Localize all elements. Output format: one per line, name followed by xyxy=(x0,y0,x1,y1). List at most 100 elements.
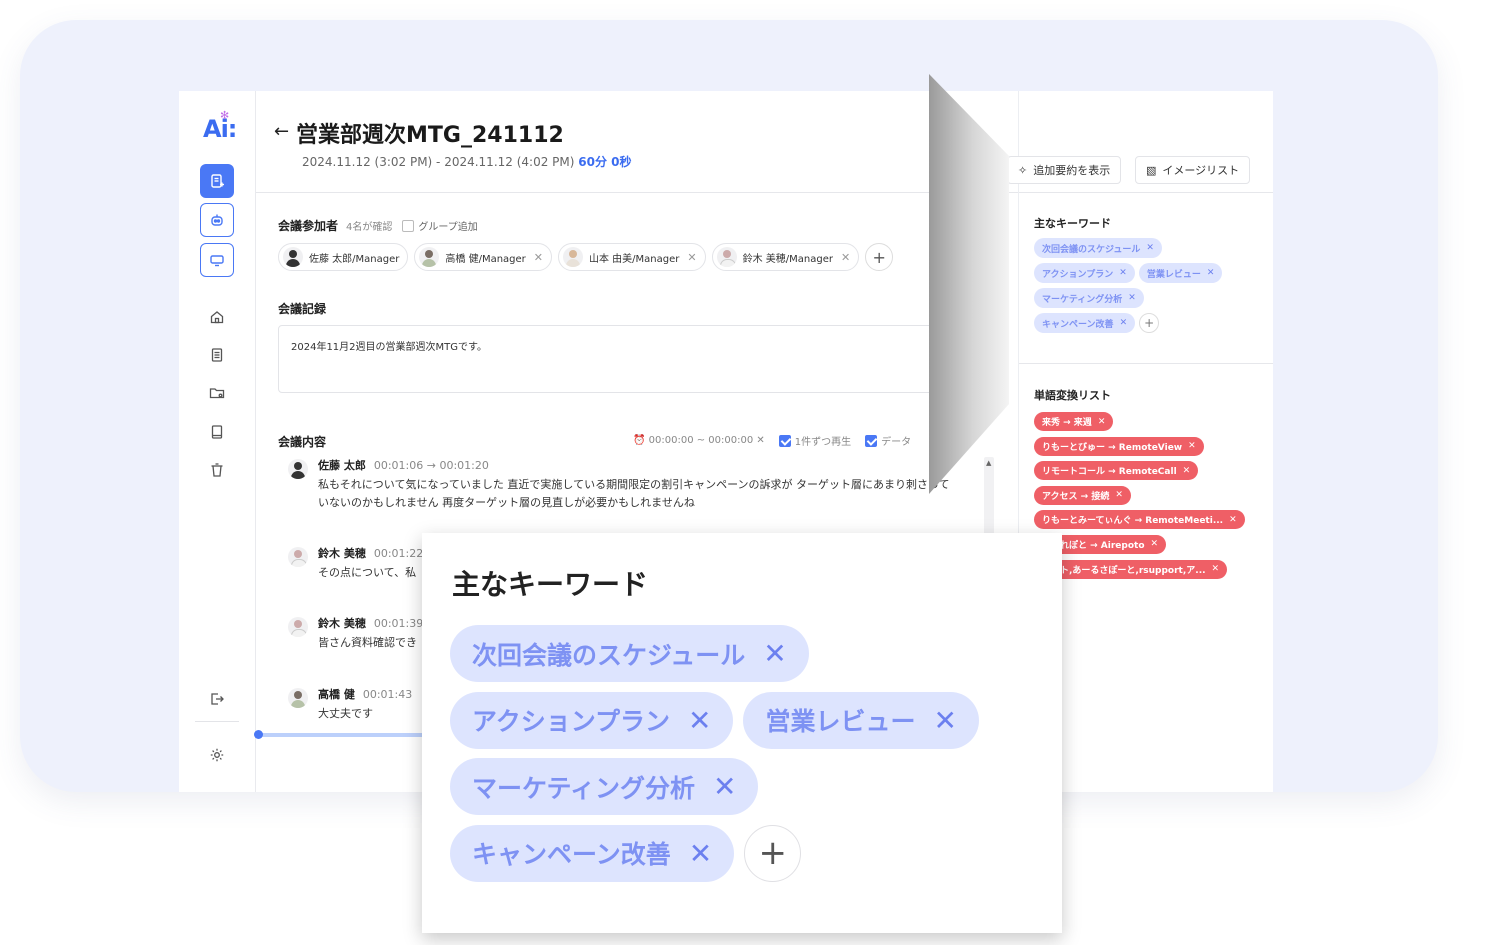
record-label: 会議記録 xyxy=(278,302,327,316)
add-keyword-button[interactable]: + xyxy=(1139,313,1160,333)
data-toggle[interactable]: データ xyxy=(865,433,911,448)
remove-icon[interactable]: ✕ xyxy=(687,251,696,264)
remove-icon[interactable]: ✕ xyxy=(1119,268,1127,278)
participant-chip[interactable]: 山本 由美/Manager ✕ xyxy=(558,243,706,271)
remove-icon[interactable]: ✕ xyxy=(1128,293,1136,303)
content-toolbar: ⏰ 00:00:00 ~ 00:00:00 ✕ 1件ずつ再生 データ xyxy=(633,433,911,448)
participant-chip[interactable]: 高橋 健/Manager ✕ xyxy=(414,243,552,271)
sparkle-icon: ✧ xyxy=(1018,163,1028,177)
zoom-add-keyword-button[interactable]: + xyxy=(744,824,802,882)
remove-icon[interactable]: ✕ xyxy=(1229,515,1237,525)
keyword-chip[interactable]: キャンペーン改善 ✕ xyxy=(1034,313,1136,333)
remove-icon[interactable]: ✕ xyxy=(689,837,712,870)
word-conversion-chip[interactable]: りもーとみーてぃんぐ → RemoteMeeti... ✕ xyxy=(1034,510,1245,530)
sparkle-icon: ✻ xyxy=(220,109,229,122)
logout-icon[interactable] xyxy=(207,689,227,709)
group-add-checkbox[interactable] xyxy=(402,220,415,232)
keyword-chip[interactable]: 営業レビュー ✕ xyxy=(1138,263,1223,283)
word-conversion-chip[interactable]: 来秀 → 来週 ✕ xyxy=(1034,412,1114,431)
clear-icon[interactable]: ✕ xyxy=(756,435,764,446)
book-icon[interactable] xyxy=(207,422,227,442)
remove-icon[interactable]: ✕ xyxy=(1120,318,1128,328)
add-participant-button[interactable]: + xyxy=(865,243,894,271)
remove-icon[interactable]: ✕ xyxy=(841,251,850,264)
play-each-toggle[interactable]: 1件ずつ再生 xyxy=(778,433,851,448)
sidebar-divider xyxy=(195,721,239,722)
remove-icon[interactable]: ✕ xyxy=(1146,243,1154,253)
image-list-button[interactable]: ▧ イメージリスト xyxy=(1135,156,1251,184)
avatar xyxy=(288,547,308,567)
remove-icon[interactable]: ✕ xyxy=(1183,466,1191,476)
keyword-zoom-card: 主なキーワード 次回会議のスケジュール ✕ アクションプラン ✕ 営業レビュー ✕ マー… xyxy=(422,533,1062,933)
zoom-keyword-chip[interactable]: 営業レビュー ✕ xyxy=(743,691,979,749)
remove-icon[interactable]: ✕ xyxy=(1115,490,1123,500)
robot-icon xyxy=(211,214,223,226)
remove-icon[interactable]: ✕ xyxy=(1212,564,1220,574)
participants-count: 4名が確認 xyxy=(346,222,393,233)
remove-icon[interactable]: ✕ xyxy=(763,637,786,670)
remove-icon[interactable]: ✕ xyxy=(534,251,543,264)
word-conversion-chip[interactable]: ポート,あーるさぽーと,rsupport,ア... ✕ xyxy=(1034,559,1228,579)
image-icon: ▧ xyxy=(1146,163,1157,177)
header-divider xyxy=(256,192,1036,193)
remove-icon[interactable]: ✕ xyxy=(1207,268,1215,278)
home-icon[interactable] xyxy=(207,307,227,327)
zoom-title: 主なキーワード xyxy=(452,568,649,601)
remove-icon[interactable]: ✕ xyxy=(1188,441,1196,451)
participant-chip[interactable]: 鈴木 美穂/Manager ✕ xyxy=(711,243,860,271)
document-icon[interactable] xyxy=(207,345,227,365)
remove-icon[interactable]: ✕ xyxy=(1151,539,1159,549)
remove-icon[interactable]: ✕ xyxy=(1098,417,1106,427)
playback-handle[interactable] xyxy=(254,730,263,739)
meeting-record-field[interactable]: 2024年11月2週目の営業部週次MTGです。 xyxy=(278,325,994,393)
ai-bot-button[interactable] xyxy=(200,203,234,237)
avatar xyxy=(419,247,440,267)
trash-icon[interactable] xyxy=(207,460,227,480)
avatar xyxy=(283,247,303,267)
avatar xyxy=(288,459,308,479)
meeting-title: 営業部週次MTG_241112 xyxy=(296,123,564,148)
alarm-clock-icon: ⏰ xyxy=(633,435,646,446)
sidebar: Ai: ✻ xyxy=(179,91,256,792)
app-logo[interactable]: Ai: ✻ xyxy=(203,109,237,143)
zoom-keyword-chip[interactable]: マーケティング分析 ✕ xyxy=(450,758,759,815)
word-conversion-chip[interactable]: りもーとびゅー → RemoteView ✕ xyxy=(1034,436,1204,456)
content-label: 会議内容 xyxy=(278,435,327,449)
monitor-icon xyxy=(210,255,224,267)
remote-button[interactable] xyxy=(200,243,234,277)
avatar xyxy=(288,688,308,708)
participants-label: 会議参加者 4名が確認 グループ追加 xyxy=(278,219,478,233)
avatar xyxy=(563,247,583,267)
keyword-chip[interactable]: アクションプラン ✕ xyxy=(1034,263,1135,283)
zoom-keyword-chip[interactable]: アクションプラン ✕ xyxy=(450,691,734,749)
zoom-keyword-chip[interactable]: キャンペーン改善 ✕ xyxy=(450,824,735,882)
word-conversion-list: 来秀 → 来週 ✕ りもーとびゅー → RemoteView ✕ リモートコール →… xyxy=(1034,410,1264,582)
keyword-list: 次回会議のスケジュール ✕ アクションプラン ✕ 営業レビュー ✕ マーケティング分析 ✕… xyxy=(1034,238,1259,338)
data-checkbox[interactable] xyxy=(865,435,878,447)
play-each-checkbox[interactable] xyxy=(778,435,791,447)
remove-icon[interactable]: ✕ xyxy=(934,704,957,737)
back-arrow-icon[interactable]: ← xyxy=(274,121,289,142)
group-add-label: グループ追加 xyxy=(418,222,478,233)
meeting-datetime: 2024.11.12 (3:02 PM) - 2024.11.12 (4:02 … xyxy=(302,155,632,169)
keywords-label: 主なキーワード xyxy=(1034,217,1111,230)
word-conversion-chip[interactable]: リモートコール → RemoteCall ✕ xyxy=(1034,461,1199,481)
word-list-label: 単語変換リスト xyxy=(1034,389,1111,402)
time-filter[interactable]: ⏰ 00:00:00 ~ 00:00:00 ✕ xyxy=(633,435,765,446)
zoom-keyword-chip[interactable]: 次回会議のスケジュール ✕ xyxy=(450,625,809,682)
remove-icon[interactable]: ✕ xyxy=(713,770,736,803)
keyword-chip[interactable]: 次回会議のスケジュール ✕ xyxy=(1034,238,1162,258)
remove-icon[interactable]: ✕ xyxy=(688,704,711,737)
word-conversion-chip[interactable]: アクセス → 接続 ✕ xyxy=(1034,485,1131,505)
participant-chip[interactable]: 佐藤 太郎/Manager xyxy=(278,243,409,271)
new-note-button[interactable] xyxy=(200,164,234,198)
page-fold-shadow xyxy=(929,74,1009,494)
note-plus-icon xyxy=(211,174,224,188)
keyword-chip[interactable]: マーケティング分析 ✕ xyxy=(1034,288,1144,308)
shared-folder-icon[interactable] xyxy=(207,383,227,403)
right-divider xyxy=(1019,192,1273,193)
meeting-duration: 60分 0秒 xyxy=(578,155,632,169)
settings-gear-icon[interactable] xyxy=(207,745,227,765)
show-summary-button[interactable]: ✧ 追加要約を表示 xyxy=(1007,156,1122,184)
participant-list: 佐藤 太郎/Manager 高橋 健/Manager ✕ 山本 由美/Manage… xyxy=(278,243,894,271)
